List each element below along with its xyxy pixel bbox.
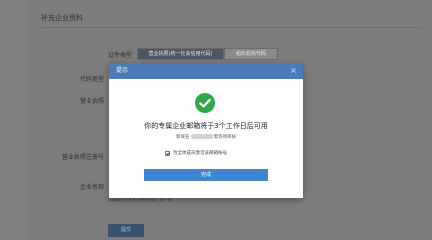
dialog-main-message: 你的专属企业邮箱将于3个工作日后可用 <box>144 122 268 130</box>
label-cert-type: 证件类型 <box>107 52 132 59</box>
page-title: 补充企业资料 <box>41 14 83 22</box>
dialog-sub-message: 新域名 需等待审核 <box>109 134 303 140</box>
label-license-reg-no: 营业执照注册号 <box>61 154 104 161</box>
check-circle-icon <box>195 93 215 113</box>
sub-prefix: 新域名 <box>176 135 190 140</box>
label-code-type: 代码类型 <box>79 76 104 83</box>
label-company-name: 企业名称 <box>79 184 104 191</box>
success-dialog: 提示 × 你的专属企业邮箱将于3个工作日后可用 新域名 需等待审核 为全体成员激活… <box>109 63 303 198</box>
activate-checkbox[interactable] <box>165 150 170 156</box>
submit-button[interactable]: 提交 <box>108 224 144 237</box>
redacted-domain <box>190 134 213 139</box>
activate-checkbox-row[interactable]: 为全体成员激活该邮箱帐号 <box>165 150 227 156</box>
cert-option-org-code[interactable]: 组织机构代码 <box>224 48 278 60</box>
dialog-header: 提示 <box>109 63 303 79</box>
done-button[interactable]: 完成 <box>144 169 268 181</box>
cert-option-license[interactable]: 营业执照(统一社会信用代码) <box>137 48 224 60</box>
activate-checkbox-label: 为全体成员激活该邮箱帐号 <box>173 151 227 156</box>
close-icon[interactable]: × <box>287 64 300 77</box>
sub-suffix: 需等待审核 <box>213 135 237 140</box>
title-divider <box>41 27 422 28</box>
dialog-title: 提示 <box>116 67 129 74</box>
label-business-license: 营业执照 <box>79 98 104 105</box>
